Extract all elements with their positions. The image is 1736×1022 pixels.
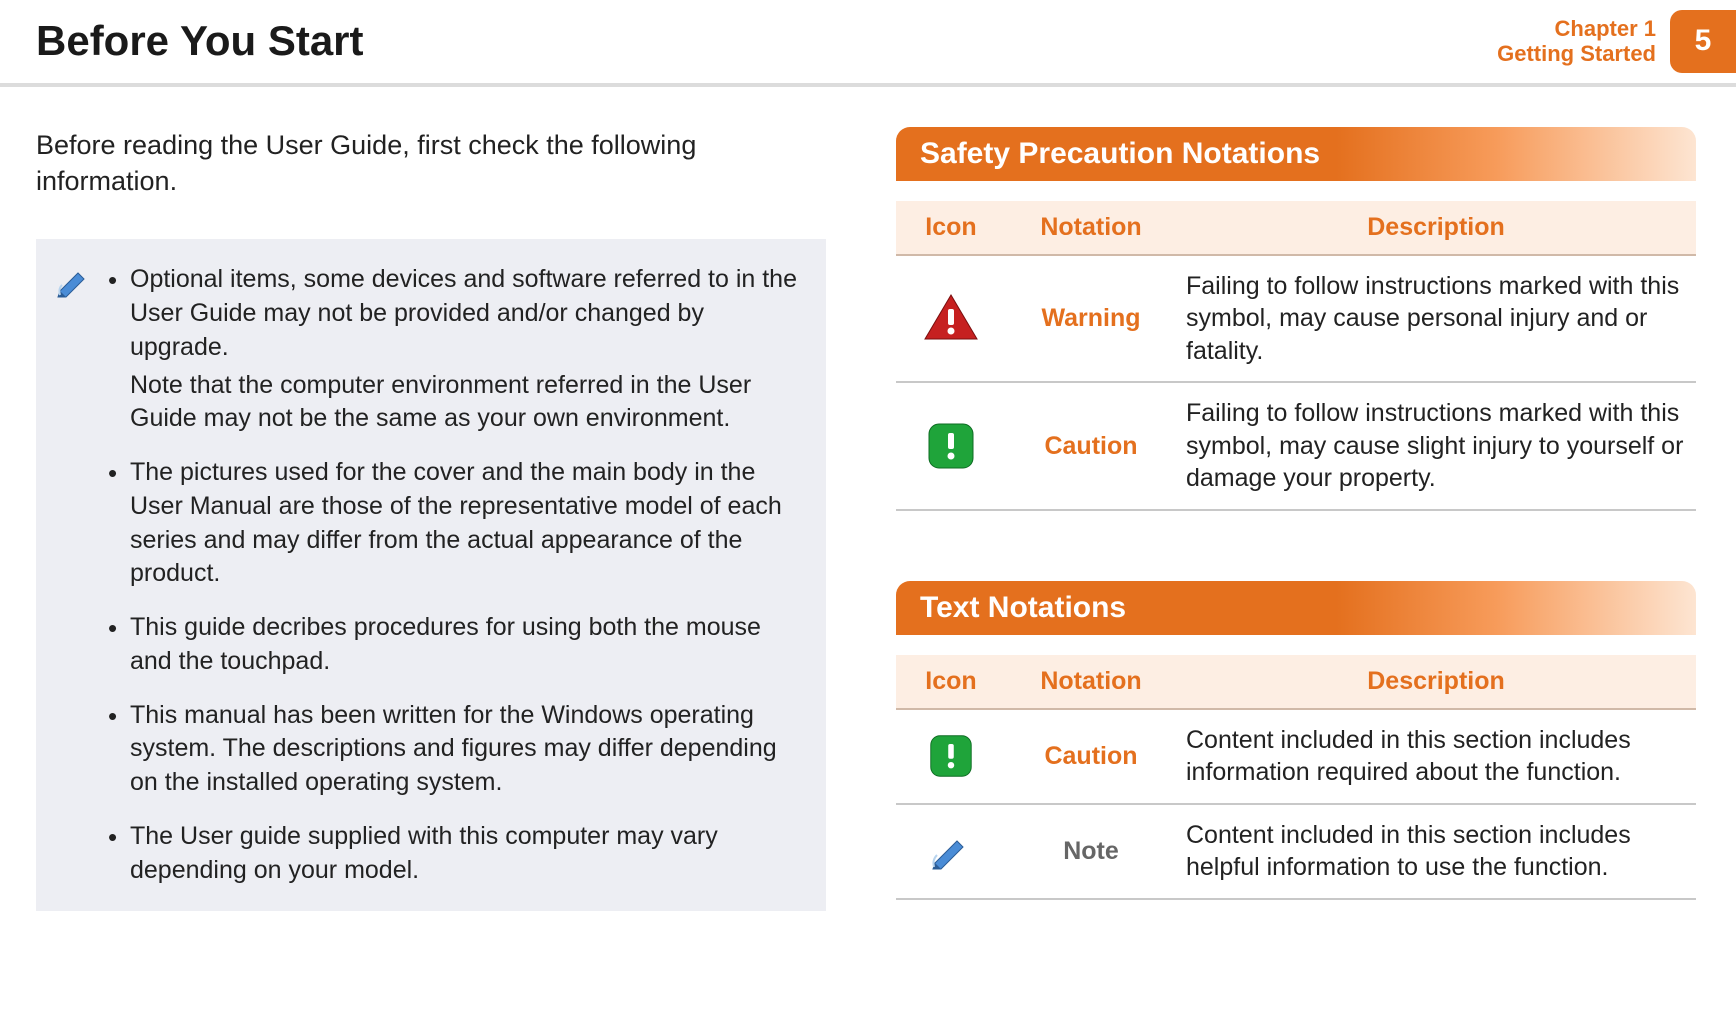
chapter-name: Getting Started <box>1497 41 1656 66</box>
note-icon <box>896 804 1006 899</box>
table-header-icon: Icon <box>896 655 1006 709</box>
info-bullet-list: Optional items, some devices and softwar… <box>106 263 798 887</box>
table-row: Caution Content included in this section… <box>896 709 1696 804</box>
text-notation-table: Icon Notation Description Caution C <box>896 655 1696 900</box>
list-item: Optional items, some devices and softwar… <box>106 263 798 436</box>
table-header-description: Description <box>1176 655 1696 709</box>
text-note-description: Content included in this section include… <box>1176 804 1696 899</box>
table-header-notation: Notation <box>1006 655 1176 709</box>
safety-section-heading: Safety Precaution Notations <box>896 127 1696 181</box>
safety-notation-table: Icon Notation Description Warning F <box>896 201 1696 511</box>
chapter-number: Chapter 1 <box>1497 16 1656 41</box>
table-header-notation: Notation <box>1006 201 1176 255</box>
bullet-text: This guide decribes procedures for using… <box>130 613 761 675</box>
table-header-icon: Icon <box>896 201 1006 255</box>
page-header: Before You Start Chapter 1 Getting Start… <box>0 0 1736 87</box>
text-caution-description: Content included in this section include… <box>1176 709 1696 804</box>
caution-description: Failing to follow instructions marked wi… <box>1176 382 1696 510</box>
list-item: This manual has been written for the Win… <box>106 699 798 800</box>
table-row: Warning Failing to follow instructions m… <box>896 255 1696 383</box>
info-callout: Optional items, some devices and softwar… <box>36 239 826 911</box>
bullet-subtext: Note that the computer environment refer… <box>130 369 798 437</box>
intro-paragraph: Before reading the User Guide, first che… <box>36 127 826 200</box>
bullet-text: The User guide supplied with this comput… <box>130 822 718 884</box>
chapter-info: Chapter 1 Getting Started <box>1477 10 1670 73</box>
bullet-text: Optional items, some devices and softwar… <box>130 265 797 361</box>
caution-icon <box>896 709 1006 804</box>
text-note-label: Note <box>1006 804 1176 899</box>
caution-label: Caution <box>1006 382 1176 510</box>
list-item: This guide decribes procedures for using… <box>106 611 798 679</box>
bullet-text: The pictures used for the cover and the … <box>130 458 782 587</box>
table-header-description: Description <box>1176 201 1696 255</box>
header-right: Chapter 1 Getting Started 5 <box>1477 10 1736 73</box>
list-item: The pictures used for the cover and the … <box>106 456 798 591</box>
note-icon <box>56 263 92 887</box>
page-title: Before You Start <box>36 17 364 65</box>
left-column: Before reading the User Guide, first che… <box>36 127 826 912</box>
bullet-text: This manual has been written for the Win… <box>130 701 777 797</box>
warning-icon <box>896 255 1006 383</box>
warning-label: Warning <box>1006 255 1176 383</box>
table-row: Caution Failing to follow instructions m… <box>896 382 1696 510</box>
page-number-badge: 5 <box>1670 10 1736 73</box>
text-caution-label: Caution <box>1006 709 1176 804</box>
warning-description: Failing to follow instructions marked wi… <box>1176 255 1696 383</box>
content-columns: Before reading the User Guide, first che… <box>0 87 1736 912</box>
list-item: The User guide supplied with this comput… <box>106 820 798 888</box>
table-row: Note Content included in this section in… <box>896 804 1696 899</box>
right-column: Safety Precaution Notations Icon Notatio… <box>896 127 1696 912</box>
caution-icon <box>896 382 1006 510</box>
text-section-heading: Text Notations <box>896 581 1696 635</box>
